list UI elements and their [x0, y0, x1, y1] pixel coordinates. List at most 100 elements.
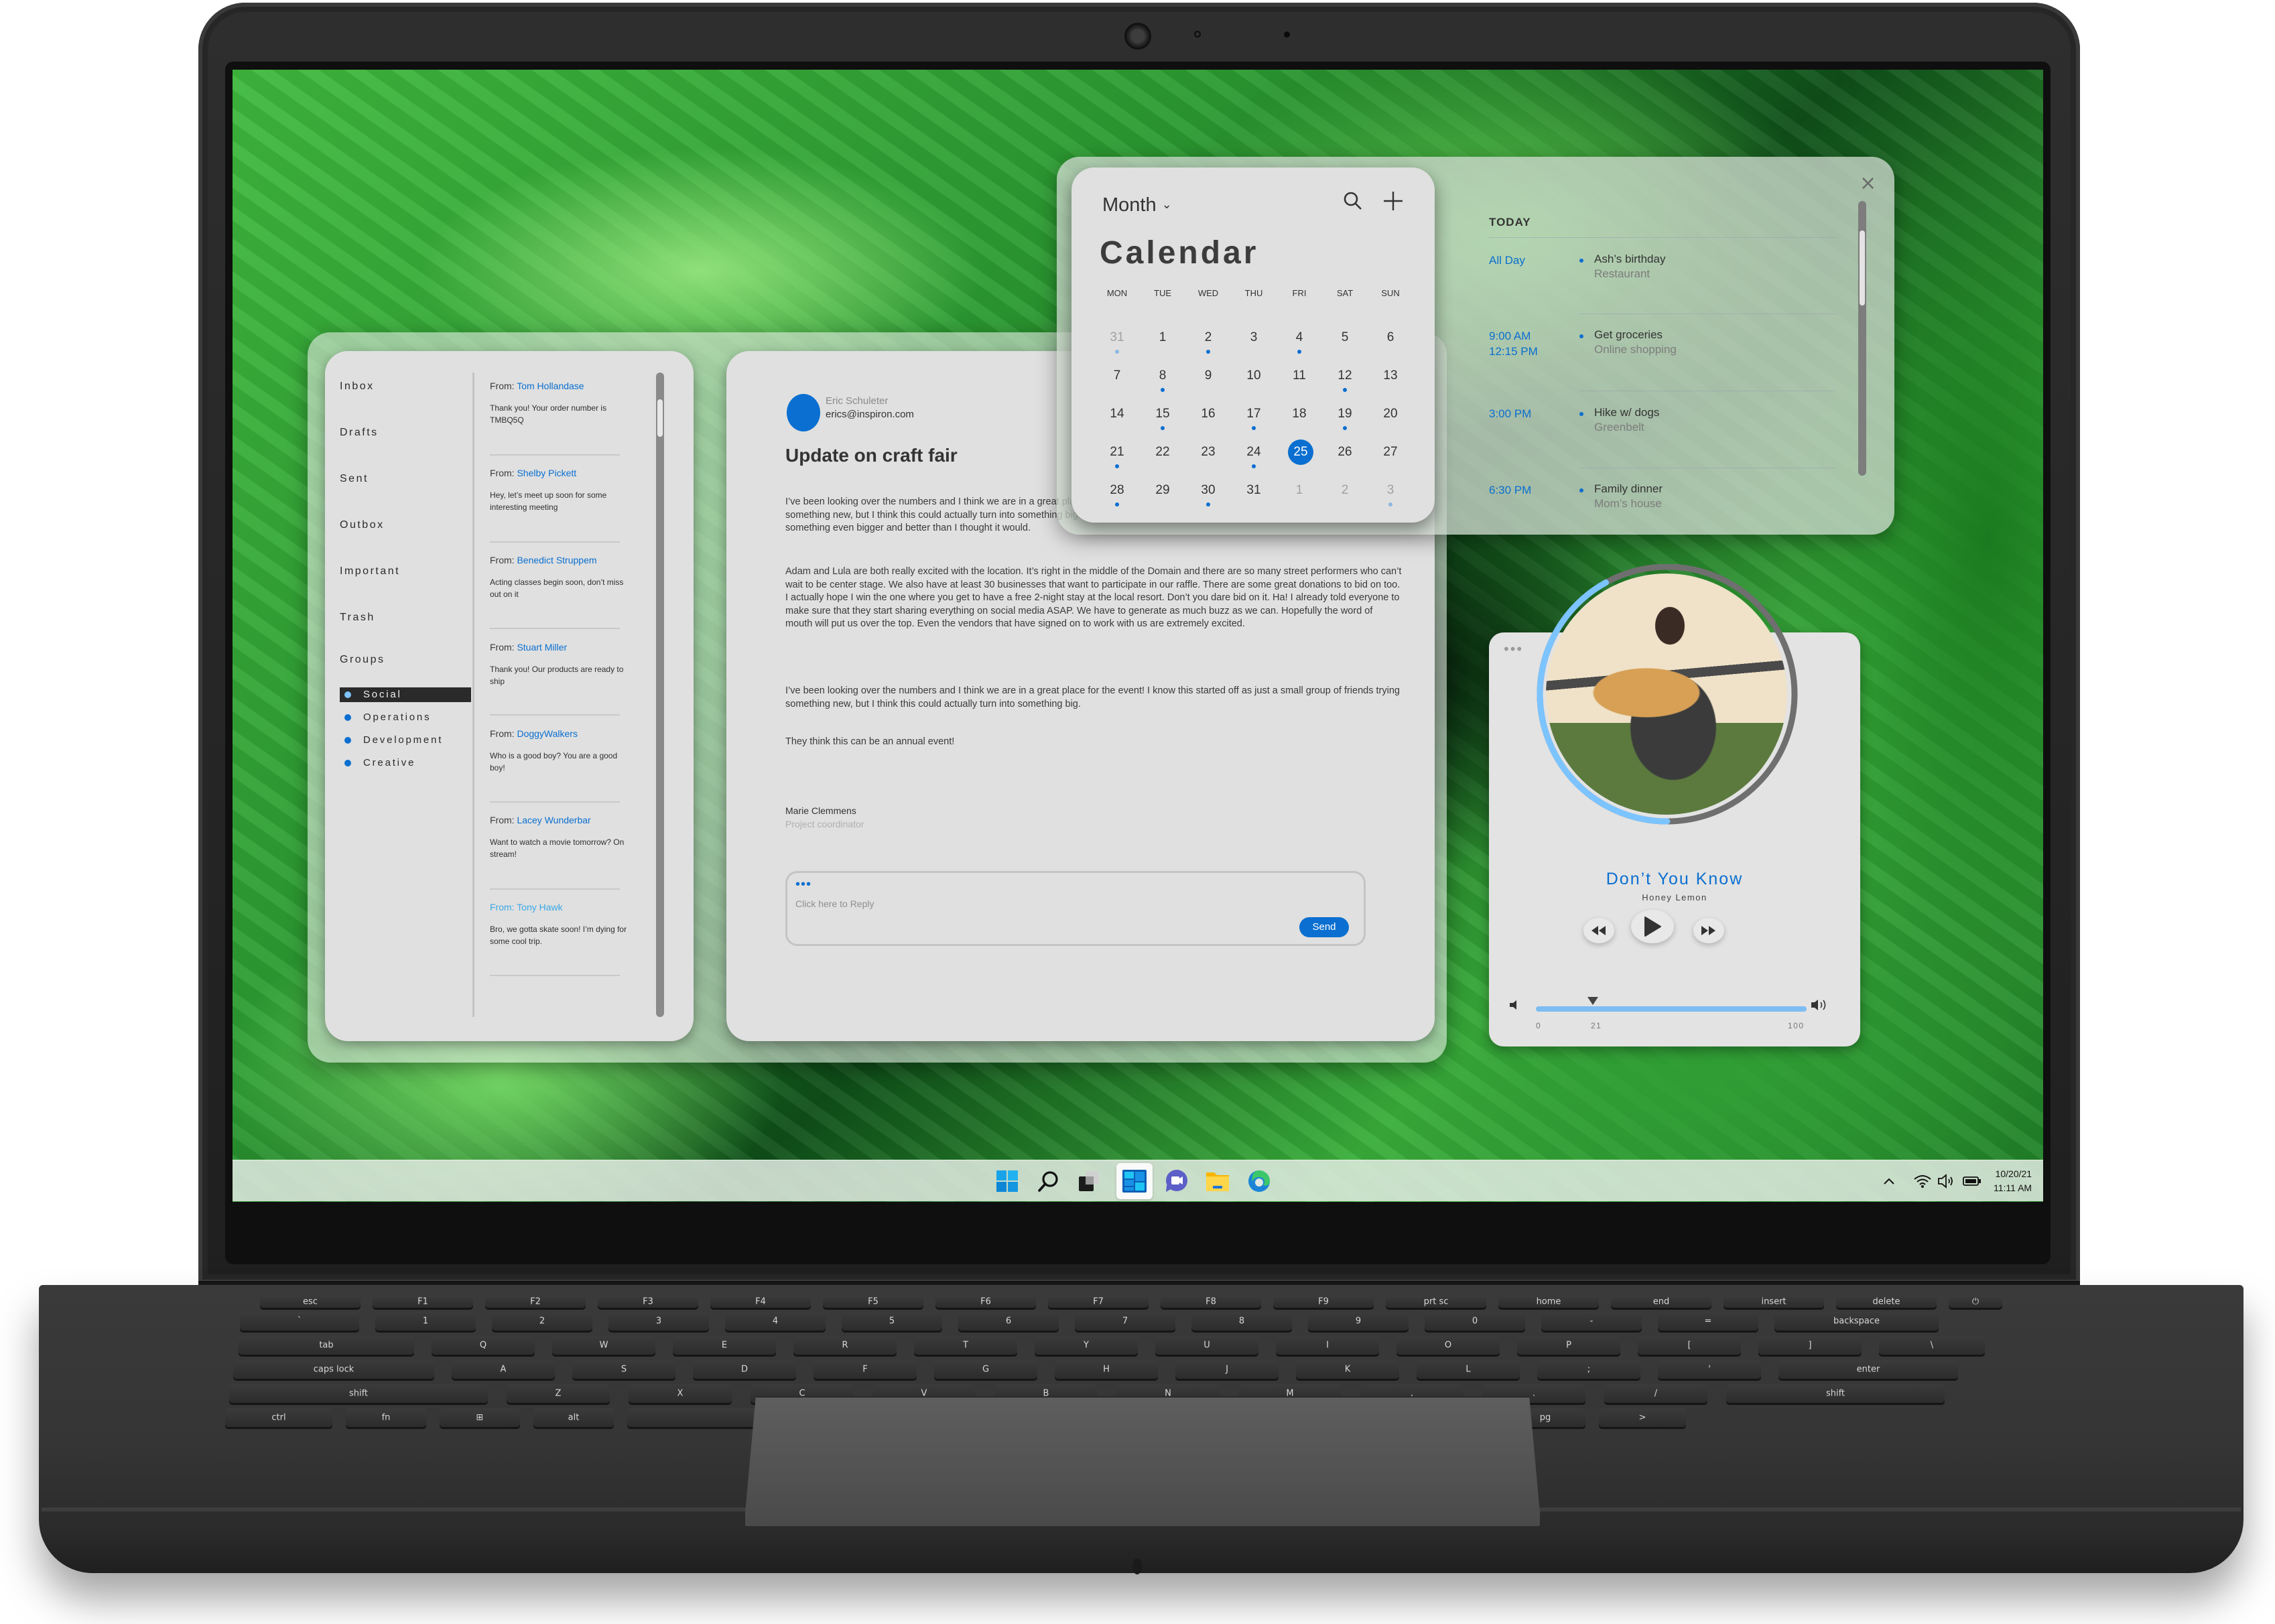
file-explorer-button[interactable] [1204, 1168, 1231, 1195]
group-social[interactable]: Social [340, 687, 471, 702]
seek-slider[interactable] [1536, 997, 1807, 1012]
key[interactable]: shift [1726, 1384, 1945, 1403]
key[interactable]: F [814, 1360, 917, 1379]
key[interactable]: - [1541, 1312, 1642, 1331]
key[interactable]: shift [229, 1384, 488, 1403]
play-button[interactable] [1631, 910, 1674, 943]
scrollbar-thumb[interactable] [657, 399, 663, 437]
send-button[interactable]: Send [1299, 917, 1349, 937]
key[interactable]: F2 [485, 1296, 586, 1308]
key[interactable]: = [1658, 1312, 1758, 1331]
key[interactable]: ` [240, 1312, 359, 1331]
close-icon[interactable]: × [1860, 172, 1876, 195]
key[interactable]: 0 [1425, 1312, 1525, 1331]
more-options-icon[interactable]: ••• [1504, 642, 1523, 657]
calendar-day[interactable]: 6 [1372, 319, 1409, 356]
key[interactable]: F5 [823, 1296, 923, 1308]
key[interactable]: ; [1537, 1360, 1640, 1379]
key[interactable]: T [914, 1336, 1017, 1355]
calendar-day[interactable]: 14 [1098, 395, 1136, 433]
key[interactable]: A [452, 1360, 555, 1379]
calendar-day[interactable]: 9 [1189, 357, 1227, 395]
search-button[interactable] [1035, 1168, 1062, 1195]
key[interactable]: 7 [1075, 1312, 1175, 1331]
key[interactable]: S [572, 1360, 675, 1379]
key[interactable]: esc [260, 1296, 361, 1308]
calendar-day[interactable]: 26 [1326, 433, 1364, 471]
message-item[interactable]: From: Benedict Struppem Acting classes b… [490, 555, 635, 600]
message-list-scrollbar[interactable] [656, 373, 664, 1017]
show-hidden-icons-button[interactable] [1882, 1170, 1896, 1193]
edge-button[interactable] [1246, 1168, 1273, 1195]
key[interactable]: backspace [1774, 1312, 1939, 1331]
calendar-day[interactable]: 1 [1144, 319, 1181, 356]
key[interactable]: Y [1035, 1336, 1138, 1355]
view-selector[interactable]: Month ⌄ [1102, 194, 1172, 216]
key[interactable]: F3 [598, 1296, 698, 1308]
key[interactable]: ' [1658, 1360, 1761, 1379]
network-button[interactable] [1913, 1170, 1932, 1193]
key[interactable]: > [1599, 1408, 1686, 1427]
calendar-day[interactable]: 18 [1281, 395, 1318, 433]
key[interactable]: [ [1638, 1336, 1741, 1355]
key[interactable]: O [1396, 1336, 1500, 1355]
key[interactable]: F6 [935, 1296, 1036, 1308]
message-item[interactable]: From: DoggyWalkers Who is a good boy? Yo… [490, 728, 635, 774]
key[interactable]: X [629, 1384, 732, 1403]
agenda-scrollbar[interactable] [1858, 201, 1866, 476]
folder-sent[interactable]: Sent [340, 473, 369, 485]
battery-button[interactable] [1963, 1170, 1981, 1193]
key[interactable]: J [1175, 1360, 1279, 1379]
folder-trash[interactable]: Trash [340, 612, 375, 624]
group-development[interactable]: Development [340, 733, 471, 748]
message-item[interactable]: From: Tom Hollandase Thank you! Your ord… [490, 381, 635, 426]
key[interactable]: K [1296, 1360, 1399, 1379]
key[interactable]: Q [432, 1336, 535, 1355]
key[interactable]: insert [1724, 1296, 1824, 1308]
key[interactable]: F8 [1161, 1296, 1261, 1308]
scrollbar-thumb[interactable] [1860, 230, 1865, 306]
calendar-day[interactable]: 27 [1372, 433, 1409, 471]
message-item[interactable]: From: Shelby Pickett Hey, let’s meet up … [490, 468, 635, 513]
seek-handle[interactable] [1587, 997, 1598, 1005]
key[interactable]: F1 [373, 1296, 473, 1308]
message-item[interactable]: From: Lacey Wunderbar Want to watch a mo… [490, 815, 635, 860]
calendar-day[interactable]: 2 [1326, 472, 1364, 509]
key[interactable]: home [1498, 1296, 1599, 1308]
key[interactable]: delete [1836, 1296, 1937, 1308]
key[interactable]: P [1517, 1336, 1620, 1355]
volume-low-icon[interactable] [1509, 1000, 1520, 1010]
key[interactable]: I [1276, 1336, 1379, 1355]
key[interactable]: D [693, 1360, 796, 1379]
calendar-day[interactable]: 5 [1326, 319, 1364, 356]
key[interactable]: ctrl [225, 1408, 332, 1427]
calendar-day[interactable]: 23 [1189, 433, 1227, 471]
more-options-icon[interactable]: ••• [795, 878, 811, 891]
start-button[interactable] [994, 1168, 1021, 1195]
chat-button[interactable] [1163, 1168, 1189, 1195]
key[interactable]: 5 [842, 1312, 942, 1331]
folder-inbox[interactable]: Inbox [340, 381, 375, 393]
calendar-day[interactable]: 10 [1235, 357, 1273, 395]
key[interactable]: end [1611, 1296, 1711, 1308]
folder-drafts[interactable]: Drafts [340, 427, 379, 439]
key[interactable]: 1 [375, 1312, 476, 1331]
add-icon[interactable] [1380, 188, 1407, 214]
volume-button[interactable] [1937, 1170, 1955, 1193]
key[interactable]: tab [239, 1336, 414, 1355]
key[interactable]: G [934, 1360, 1037, 1379]
key[interactable]: L [1417, 1360, 1520, 1379]
key[interactable]: 2 [492, 1312, 592, 1331]
calendar-day[interactable]: 1 [1281, 472, 1318, 509]
key[interactable]: alt [533, 1408, 614, 1427]
previous-track-button[interactable] [1583, 918, 1614, 943]
key[interactable]: 9 [1308, 1312, 1409, 1331]
calendar-day[interactable]: 31 [1235, 472, 1273, 509]
touchpad[interactable] [744, 1396, 1541, 1528]
key[interactable]: 4 [725, 1312, 826, 1331]
key[interactable]: ⊞ [440, 1408, 520, 1427]
key[interactable]: ⏻ [1949, 1296, 2002, 1308]
message-item[interactable]: From: Stuart Miller Thank you! Our produ… [490, 642, 635, 687]
clock[interactable]: 10/20/21 11:11 AM [1994, 1167, 2032, 1195]
folder-outbox[interactable]: Outbox [340, 519, 385, 531]
